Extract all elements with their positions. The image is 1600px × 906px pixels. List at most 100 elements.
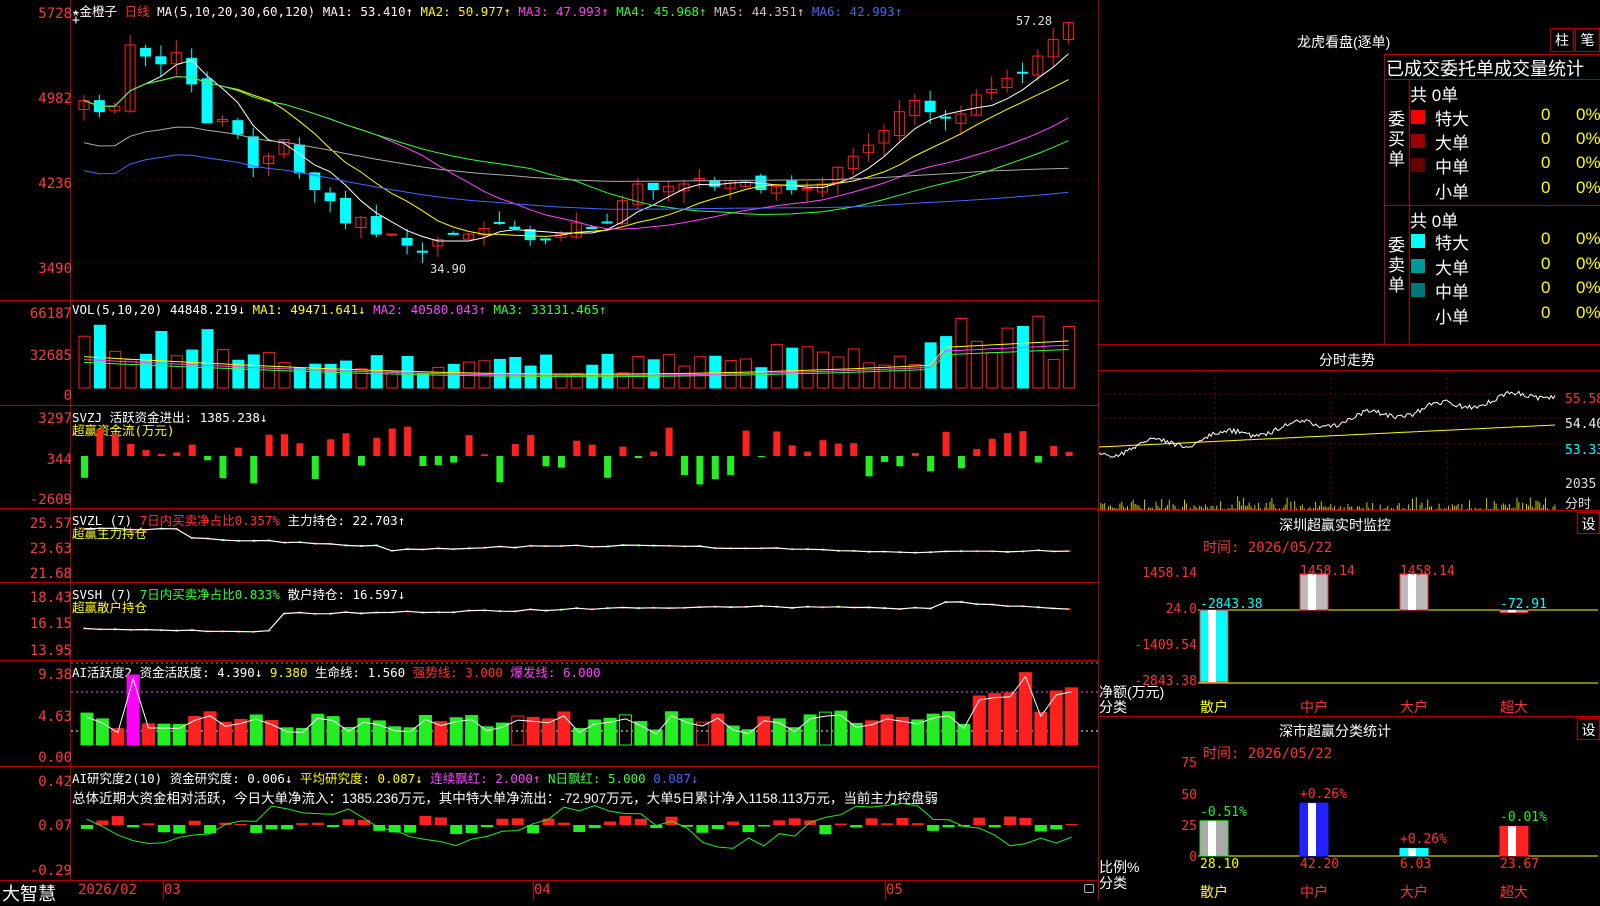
main-holding-chart[interactable] bbox=[71, 509, 1098, 582]
research-bar bbox=[527, 825, 540, 834]
intraday-y-tick: 55.58 bbox=[1565, 392, 1600, 407]
ratio-change-label: -0.01% bbox=[1500, 810, 1547, 826]
research-bar bbox=[234, 823, 247, 825]
active-bar bbox=[495, 722, 509, 746]
flow-bar bbox=[819, 440, 827, 456]
flow-bar bbox=[327, 439, 335, 456]
sz-monitor-chart[interactable] bbox=[1198, 556, 1598, 696]
sz-y-tick: 1458.14 bbox=[1142, 566, 1197, 581]
active-bar bbox=[172, 723, 186, 746]
research-bar bbox=[481, 825, 493, 828]
buy-row-label: 中单 bbox=[1435, 158, 1469, 177]
research-bar bbox=[1004, 816, 1017, 825]
buy-row-count: 0 bbox=[1541, 129, 1551, 148]
active-bar bbox=[988, 693, 1002, 746]
volume-bar bbox=[755, 367, 768, 389]
fund-flow-chart[interactable] bbox=[71, 406, 1098, 508]
volume-bar bbox=[555, 373, 568, 389]
research-bar bbox=[496, 818, 509, 825]
lock-icon[interactable] bbox=[1084, 884, 1094, 893]
y-tick: 3297 bbox=[38, 411, 72, 427]
ma-line-120 bbox=[83, 154, 1069, 210]
research-bar bbox=[788, 818, 801, 825]
sz-category: 大户 bbox=[1400, 699, 1428, 715]
sz-class-y-tick: 75 bbox=[1181, 756, 1197, 771]
buy-orders-label: 委买单 bbox=[1388, 110, 1405, 169]
active-bar bbox=[403, 727, 417, 746]
research-bar bbox=[619, 815, 632, 825]
volume-bar bbox=[93, 324, 106, 389]
retail-holding-chart[interactable] bbox=[71, 583, 1098, 660]
research-bar bbox=[511, 818, 524, 825]
candle bbox=[509, 226, 521, 230]
tab-bar-view[interactable]: 柱 bbox=[1550, 28, 1574, 52]
volume-chart[interactable] bbox=[71, 301, 1098, 405]
buy-total: 共 0单 bbox=[1410, 86, 1459, 105]
y-tick: 4236 bbox=[38, 176, 72, 192]
sz-y-tick: -1409.54 bbox=[1134, 638, 1197, 653]
research-bar bbox=[342, 819, 355, 825]
flow-bar bbox=[711, 456, 719, 480]
ratio-value-label: 23.67 bbox=[1500, 857, 1540, 872]
brand-logo[interactable]: 大智慧 bbox=[2, 880, 56, 906]
flow-bar bbox=[250, 456, 258, 484]
candle bbox=[416, 250, 428, 253]
research-bar bbox=[81, 825, 93, 829]
date-tick: 2026/02 bbox=[78, 882, 138, 898]
volume-bar bbox=[509, 356, 522, 389]
candle bbox=[924, 100, 936, 113]
sz-monitor-settings-button[interactable]: 设 bbox=[1577, 512, 1600, 534]
buy-row-count: 0 bbox=[1541, 178, 1551, 197]
active-bar bbox=[742, 729, 756, 746]
sz-class-title: 深市超赢分类统计 bbox=[1279, 723, 1391, 739]
order-stats-header: 已成交委托单成交量统计 bbox=[1386, 59, 1584, 79]
flow-bar bbox=[1019, 431, 1027, 456]
flow-bar bbox=[434, 456, 442, 466]
flow-bar bbox=[127, 443, 135, 456]
flow-bar bbox=[204, 456, 212, 461]
divider bbox=[1099, 344, 1600, 345]
ratio-change-label: +0.26% bbox=[1400, 832, 1447, 848]
sell-row-label: 小单 bbox=[1435, 308, 1469, 327]
y-tick: 3490 bbox=[38, 261, 72, 277]
date-divider bbox=[163, 880, 164, 900]
flow-bar bbox=[173, 452, 181, 456]
candle bbox=[1016, 71, 1028, 74]
candle bbox=[493, 221, 505, 224]
divider bbox=[1384, 205, 1600, 206]
active-bar bbox=[80, 712, 94, 746]
research-bar bbox=[142, 823, 155, 825]
volume-bar bbox=[601, 353, 614, 389]
sz-class-category: 中户 bbox=[1300, 884, 1328, 900]
flow-bar bbox=[511, 444, 519, 456]
candle bbox=[940, 116, 952, 119]
candle bbox=[340, 197, 352, 224]
candle bbox=[324, 192, 336, 202]
candlestick-chart[interactable] bbox=[71, 0, 1098, 300]
sz-class-settings-button[interactable]: 设 bbox=[1577, 718, 1600, 740]
sz-category: 散户 bbox=[1200, 699, 1228, 715]
sz-class-xlabel: 分类 bbox=[1099, 875, 1127, 891]
volume-bar bbox=[693, 356, 706, 389]
research-bar bbox=[881, 823, 893, 825]
flow-bar bbox=[111, 434, 119, 456]
y-tick: 23.63 bbox=[29, 541, 72, 557]
research-bar bbox=[742, 825, 755, 833]
sell-row-label: 中单 bbox=[1435, 283, 1469, 302]
volume-bar bbox=[709, 355, 722, 389]
volume-bar bbox=[1016, 325, 1029, 389]
sell-row-pct: 0% bbox=[1576, 303, 1600, 322]
research-bar bbox=[711, 825, 724, 830]
intraday-chart[interactable] bbox=[1098, 372, 1564, 510]
ai-research-chart[interactable] bbox=[71, 767, 1098, 880]
date-divider bbox=[885, 880, 886, 900]
divider bbox=[1384, 79, 1600, 80]
sell-row-count: 0 bbox=[1541, 278, 1551, 297]
research-bar bbox=[281, 825, 293, 830]
volume-bar bbox=[786, 347, 799, 389]
y-tick: -2609 bbox=[29, 492, 72, 508]
tab-tick-view[interactable]: 笔 bbox=[1575, 28, 1600, 52]
sz-monitor-title: 深圳超赢实时监控 bbox=[1279, 517, 1391, 533]
ai-active-chart[interactable] bbox=[71, 661, 1098, 766]
sz-class-y-tick: 0 bbox=[1189, 850, 1197, 865]
